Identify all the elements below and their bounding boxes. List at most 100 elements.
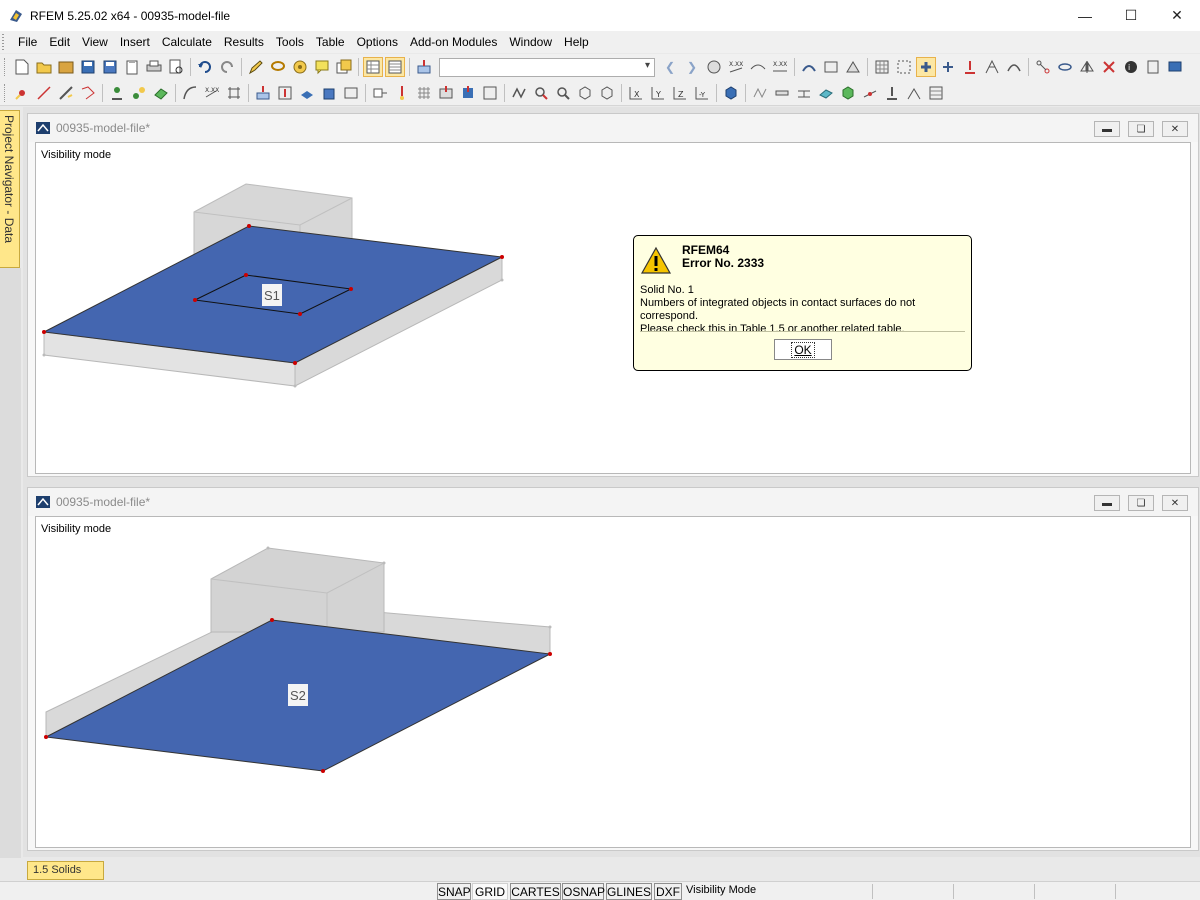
solid-view-icon[interactable]	[838, 83, 858, 103]
glines-toggle[interactable]: GLINES	[606, 883, 652, 900]
new-support-icon[interactable]	[107, 83, 127, 103]
window-minimize-button[interactable]: ▬	[1094, 495, 1120, 511]
graphics-viewport-1[interactable]: Visibility mode S1	[35, 142, 1191, 474]
move-icon[interactable]	[938, 57, 958, 77]
deformation-icon[interactable]	[748, 57, 768, 77]
result-diagrams-icon[interactable]	[821, 57, 841, 77]
new-file-icon[interactable]	[12, 57, 32, 77]
model-view-1[interactable]: S1	[36, 143, 1192, 475]
units-icon[interactable]: i	[1121, 57, 1141, 77]
support-view-icon[interactable]	[882, 83, 902, 103]
osnap-toggle[interactable]: OSNAP	[562, 883, 605, 900]
new-node-icon[interactable]	[12, 83, 32, 103]
view-x-icon[interactable]: X	[626, 83, 646, 103]
copy-window-icon[interactable]	[334, 57, 354, 77]
polyline-icon[interactable]	[78, 83, 98, 103]
grid-points-icon[interactable]	[894, 57, 914, 77]
model-window-2-titlebar[interactable]: 00935-model-file*	[28, 488, 1198, 516]
load-case-combo[interactable]	[439, 57, 655, 77]
window-restore-button[interactable]: ❏	[1128, 495, 1154, 511]
undo-icon[interactable]	[195, 57, 215, 77]
window-close-button[interactable]: ✕	[1162, 495, 1188, 511]
view-z-icon[interactable]: Z	[670, 83, 690, 103]
clipboard-icon[interactable]	[122, 57, 142, 77]
node-load-icon[interactable]	[392, 83, 412, 103]
data-view-icon[interactable]	[385, 57, 405, 77]
load-wizard-icon[interactable]	[480, 83, 500, 103]
grid-load-icon[interactable]	[414, 83, 434, 103]
redo-icon[interactable]	[217, 57, 237, 77]
results-values-icon[interactable]: X.XX	[726, 57, 746, 77]
view-model-icon[interactable]	[916, 57, 936, 77]
new-load-icon[interactable]	[253, 83, 273, 103]
target-select-icon[interactable]	[290, 57, 310, 77]
section-icon[interactable]	[843, 57, 863, 77]
menu-tools[interactable]: Tools	[270, 35, 310, 49]
beam-view-icon[interactable]	[794, 83, 814, 103]
zoom-icon[interactable]	[553, 83, 573, 103]
menu-options[interactable]: Options	[351, 35, 404, 49]
menu-help[interactable]: Help	[558, 35, 595, 49]
graphics-viewport-2[interactable]: Visibility mode S2	[35, 516, 1191, 848]
menu-window[interactable]: Window	[503, 35, 558, 49]
maximize-button[interactable]: ☐	[1108, 0, 1154, 31]
dxf-toggle[interactable]: DXF	[654, 883, 682, 900]
print-preview-icon[interactable]	[166, 57, 186, 77]
menu-calculate[interactable]: Calculate	[156, 35, 218, 49]
menu-insert[interactable]: Insert	[114, 35, 156, 49]
dimension-icon[interactable]: X.XX	[202, 83, 222, 103]
connect-icon[interactable]	[1033, 57, 1053, 77]
menu-file[interactable]: File	[12, 35, 43, 49]
open-folder-icon[interactable]	[34, 57, 54, 77]
numbering-icon[interactable]: X.XX	[770, 57, 790, 77]
line-type-icon[interactable]	[750, 83, 770, 103]
new-surface-icon[interactable]	[151, 83, 171, 103]
next-arrow-icon[interactable]: ❯	[682, 57, 702, 77]
model-view-2[interactable]: S2	[36, 517, 1192, 849]
animation-icon[interactable]	[799, 57, 819, 77]
cube-view-icon[interactable]	[575, 83, 595, 103]
arc-line-icon[interactable]	[180, 83, 200, 103]
node-view-icon[interactable]	[860, 83, 880, 103]
minimize-button[interactable]: —	[1062, 0, 1108, 31]
support-icon[interactable]	[960, 57, 980, 77]
imperfection-icon[interactable]	[341, 83, 361, 103]
snap-grid-icon[interactable]	[224, 83, 244, 103]
render-icon[interactable]	[721, 83, 741, 103]
results-display-icon[interactable]	[704, 57, 724, 77]
model-window-1-titlebar[interactable]: 00935-model-file*	[28, 114, 1198, 142]
project-navigator-tab[interactable]: Project Navigator - Data	[0, 110, 20, 268]
table-tab-solids[interactable]: 1.5 Solids	[27, 861, 104, 880]
check-icon[interactable]	[509, 83, 529, 103]
rotate-view-icon[interactable]	[1055, 57, 1075, 77]
model-window-2[interactable]: 00935-model-file* ▬ ❏ ✕ Visibility mode …	[27, 487, 1199, 851]
model-window-1[interactable]: 00935-model-file* ▬ ❏ ✕ Visibility mode	[27, 113, 1199, 477]
zoom-find-icon[interactable]	[531, 83, 551, 103]
grid-toggle[interactable]: GRID	[472, 883, 508, 900]
menu-add-on-modules[interactable]: Add-on Modules	[404, 35, 503, 49]
previous-arrow-icon[interactable]: ❮	[660, 57, 680, 77]
edit-pencil-icon[interactable]	[246, 57, 266, 77]
print-icon[interactable]	[144, 57, 164, 77]
view-minus-y-icon[interactable]: -Y	[692, 83, 712, 103]
generate-load-icon[interactable]	[370, 83, 390, 103]
toolbar-grip[interactable]	[4, 83, 7, 102]
save-icon[interactable]	[100, 57, 120, 77]
iso-view-icon[interactable]	[597, 83, 617, 103]
menu-view[interactable]: View	[76, 35, 114, 49]
display-settings-icon[interactable]	[1165, 57, 1185, 77]
window-minimize-button[interactable]: ▬	[1094, 121, 1120, 137]
curve-icon[interactable]	[1004, 57, 1024, 77]
close-button[interactable]: ✕	[1154, 0, 1200, 31]
surface-view-icon[interactable]	[816, 83, 836, 103]
structure-icon[interactable]	[982, 57, 1002, 77]
comment-icon[interactable]	[312, 57, 332, 77]
load-case-icon[interactable]	[414, 57, 434, 77]
properties-icon[interactable]	[1143, 57, 1163, 77]
save-all-icon[interactable]	[78, 57, 98, 77]
menu-table[interactable]: Table	[310, 35, 351, 49]
hinge-view-icon[interactable]	[904, 83, 924, 103]
solid-load-icon[interactable]	[319, 83, 339, 103]
cartes-toggle[interactable]: CARTES	[510, 883, 561, 900]
menu-grip[interactable]	[2, 34, 4, 50]
